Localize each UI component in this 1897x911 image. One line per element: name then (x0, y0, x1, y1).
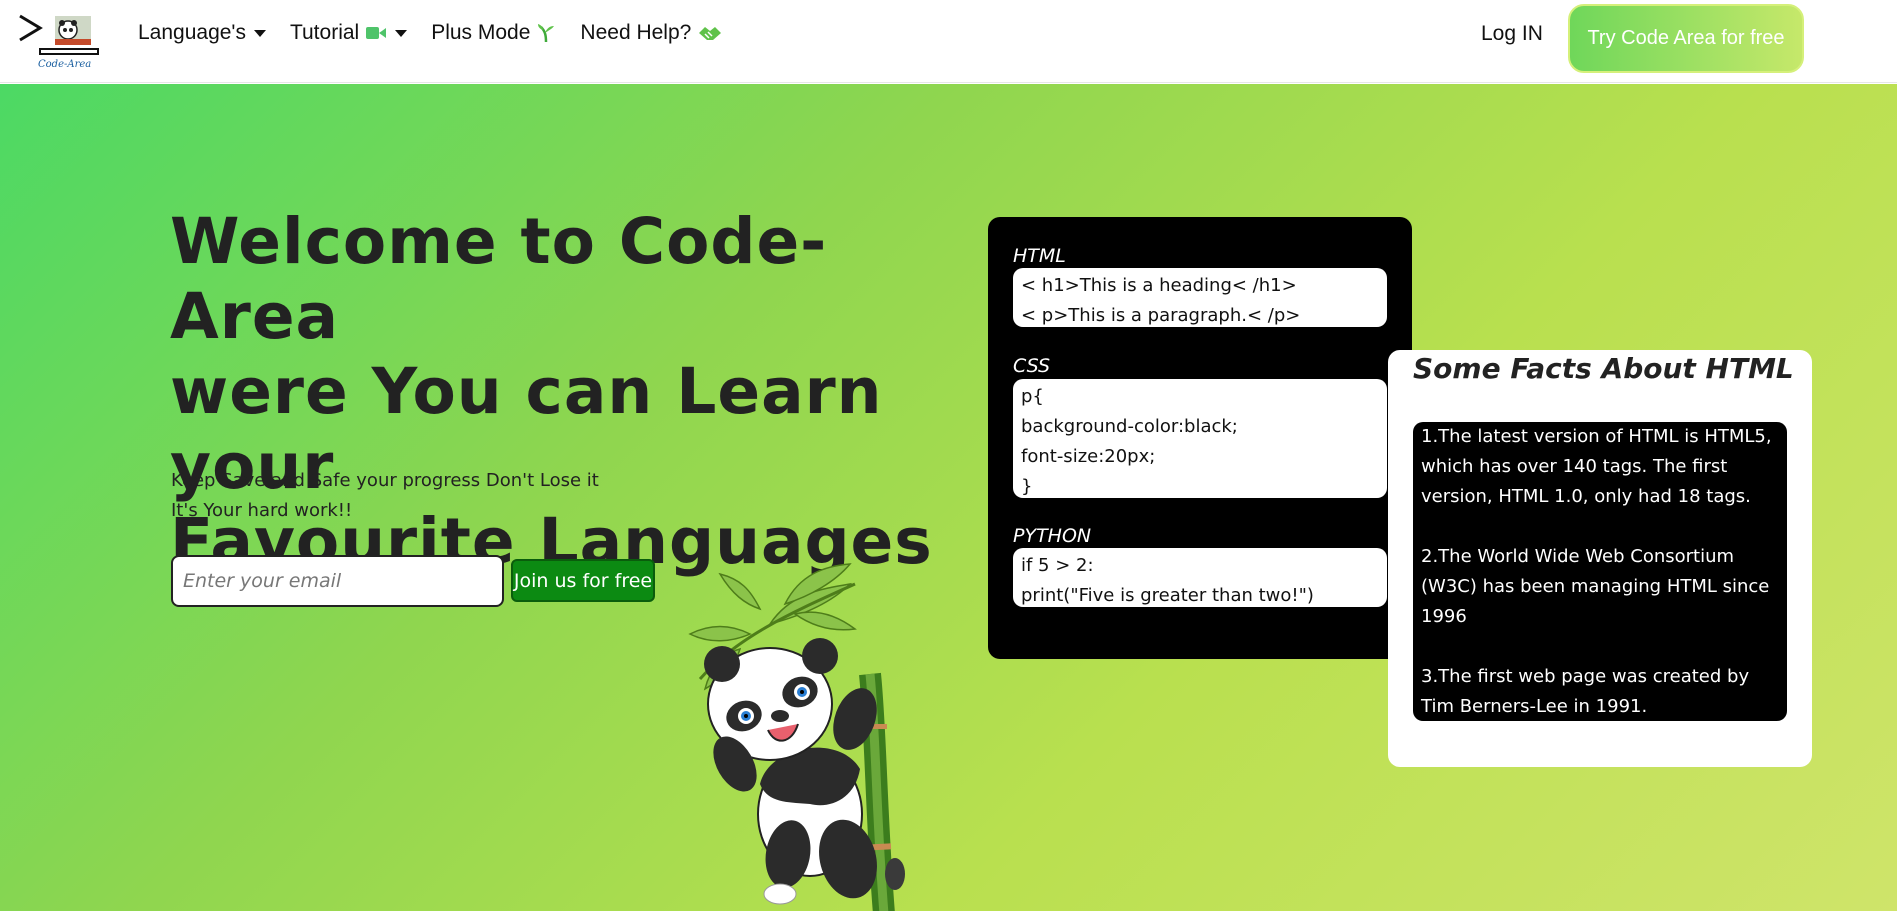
code-line: < p>This is a paragraph.< /p> (1021, 305, 1301, 326)
html-facts-card: Some Facts About HTML 1.The latest versi… (1388, 350, 1812, 767)
fact-item: 1.The latest version of HTML is HTML5, w… (1421, 426, 1772, 507)
nav-tutorial-label: Tutorial (289, 21, 360, 44)
nav-links: Language's Tutorial Plus Mode Need Help? (138, 21, 723, 45)
code-box-css: p{ background-color:black; font-size:20px;… (1013, 379, 1387, 498)
hero-title-line: Welcome to Code-Area (170, 205, 828, 353)
nav-languages-label: Language's (138, 21, 246, 44)
code-box-python: if 5 > 2: print("Five is greater than two… (1013, 548, 1387, 607)
svg-text:Code-Area: Code-Area (38, 59, 91, 70)
code-line: if 5 > 2: (1021, 555, 1094, 576)
nav-need-help[interactable]: Need Help? (580, 21, 723, 45)
join-free-button[interactable]: Join us for free (511, 559, 655, 602)
code-label-css: CSS (1013, 355, 1051, 377)
hero-section: Welcome to Code-Area were You can Learn … (0, 84, 1897, 911)
plant-icon (538, 24, 555, 43)
hero-subtitle-line: Keep Save and Safe your progress Don't L… (171, 470, 599, 491)
code-snippets-card: HTML < h1>This is a heading< /h1> < p>Thi… (988, 217, 1412, 659)
navbar: Code-Area Language's Tutorial Plus Mode … (0, 0, 1897, 83)
code-line: < h1>This is a heading< /h1> (1021, 275, 1297, 296)
panda-illustration (688, 563, 905, 911)
handshake-icon (699, 27, 722, 40)
try-free-button[interactable]: Try Code Area for free (1568, 4, 1804, 73)
code-line: } (1021, 476, 1033, 497)
fact-item: 2.The World Wide Web Consortium (W3C) ha… (1421, 546, 1770, 627)
nav-languages[interactable]: Language's (138, 21, 266, 45)
login-link[interactable]: Log IN (1481, 22, 1543, 46)
caret-down-icon (395, 29, 408, 37)
code-line: background-color:black; (1021, 416, 1238, 437)
code-label-html: HTML (1013, 245, 1066, 267)
nav-plus-mode[interactable]: Plus Mode (431, 21, 556, 45)
brand-logo[interactable]: Code-Area (18, 12, 114, 72)
hero-subtitle-line: It's Your hard work!! (171, 500, 353, 521)
code-line: font-size:20px; (1021, 446, 1156, 467)
code-label-python: PYTHON (1013, 525, 1092, 547)
fact-item: 3.The first web page was created by Tim … (1421, 666, 1750, 717)
nav-need-help-label: Need Help? (580, 21, 692, 44)
video-camera-icon (366, 27, 387, 39)
code-box-html: < h1>This is a heading< /h1> < p>This is … (1013, 268, 1387, 327)
caret-down-icon (253, 29, 266, 37)
code-line: p{ (1021, 386, 1044, 407)
facts-list: 1.The latest version of HTML is HTML5, w… (1413, 422, 1787, 721)
code-line: print("Five is greater than two!") (1021, 585, 1314, 606)
code-area-logo-icon: Code-Area (19, 14, 99, 70)
nav-plus-mode-label: Plus Mode (431, 21, 531, 44)
nav-tutorial[interactable]: Tutorial (289, 21, 408, 45)
facts-title: Some Facts About HTML (1413, 352, 1794, 385)
email-input[interactable] (171, 555, 504, 607)
hero-subtitle: Keep Save and Safe your progress Don't L… (171, 466, 599, 526)
